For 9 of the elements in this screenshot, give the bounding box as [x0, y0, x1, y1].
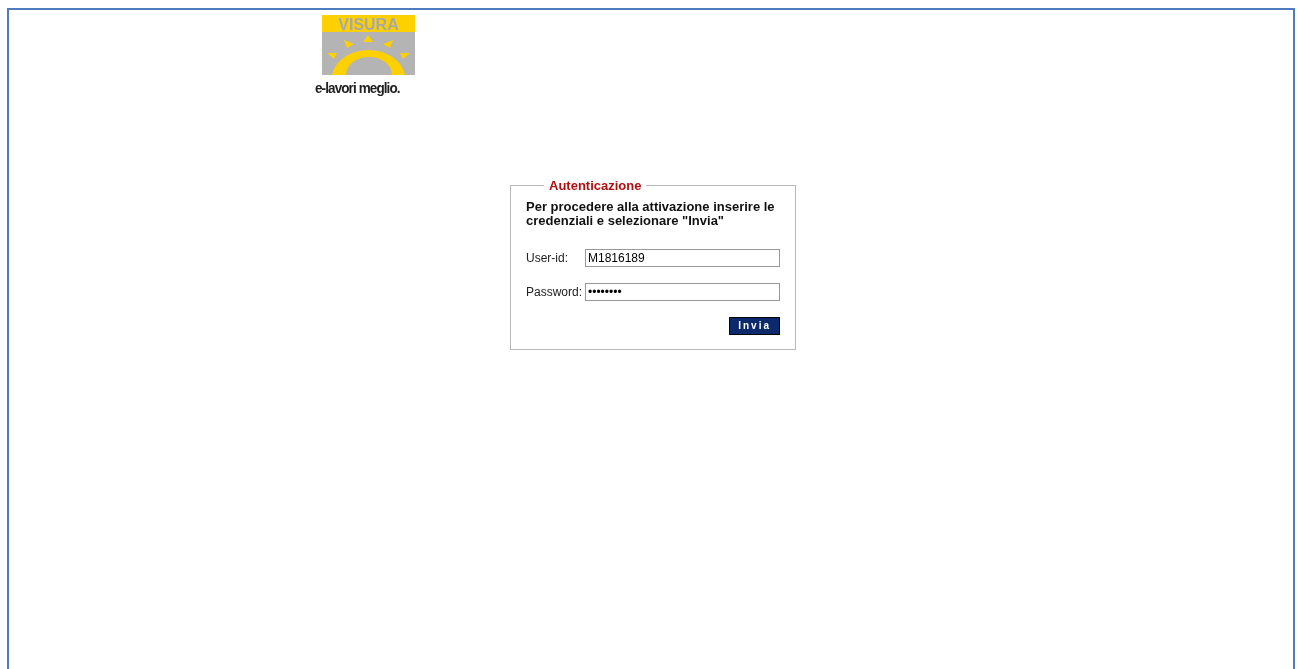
input-field[interactable]: ••••••••: [585, 282, 780, 301]
logo-tagline: e-lavori meglio.: [315, 78, 400, 98]
logo-icon: VISURA: [322, 15, 415, 75]
field-label: Password:: [526, 283, 584, 301]
input-field[interactable]: M1816189: [585, 248, 780, 267]
submit-button[interactable]: Invia: [729, 316, 780, 335]
panel-legend: Autenticazione: [544, 179, 647, 192]
field-label: User-id:: [526, 249, 569, 267]
instructions: Per procedere alla attivazione inserire le credenziali e selezionare "Invia": [526, 200, 776, 229]
